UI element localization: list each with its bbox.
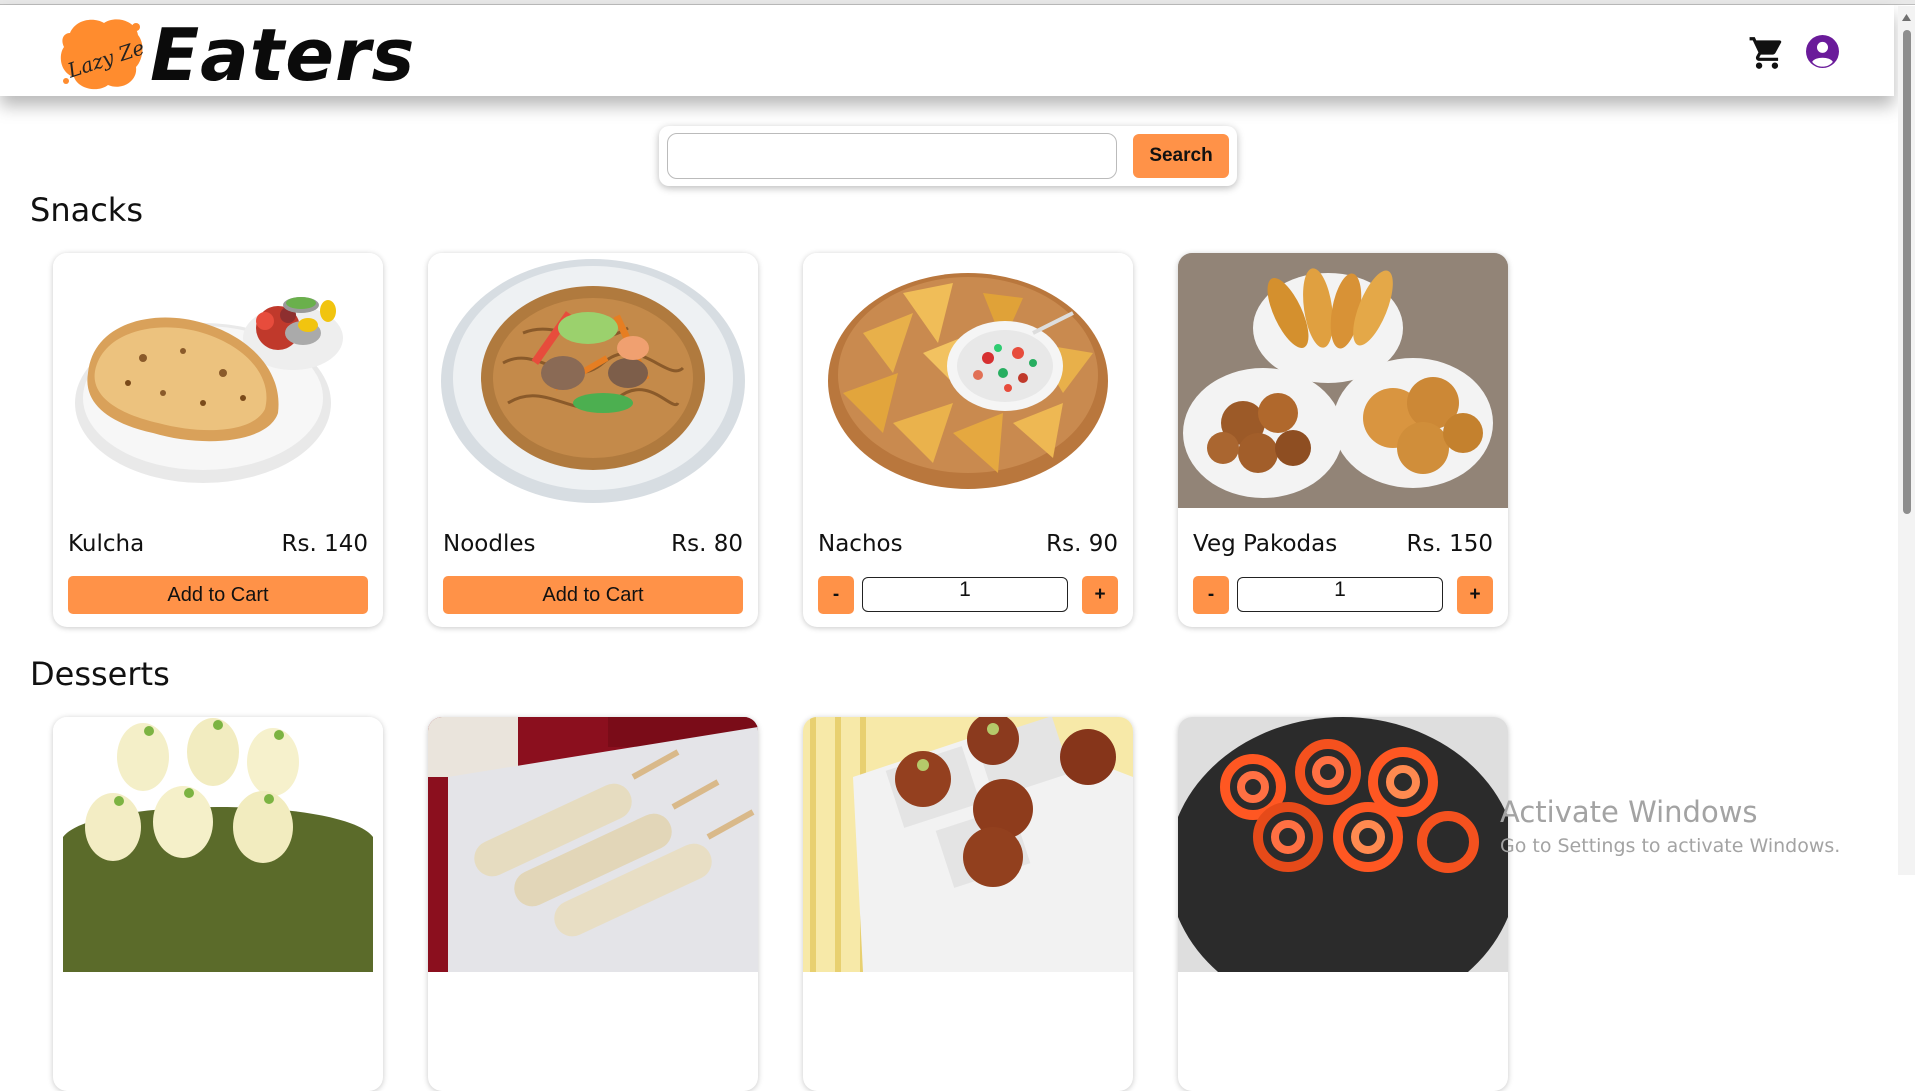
product-name: Veg Pakodas [1193,531,1338,557]
product-card-veg-pakodas: Veg Pakodas Rs. 150 - 1 + [1178,253,1508,627]
product-name: Noodles [443,531,536,557]
veg-pakodas-image [1178,253,1508,508]
nachos-image [803,253,1133,508]
product-price: Rs. 140 [281,531,369,557]
kulcha-image [53,253,383,508]
search-button[interactable]: Search [1133,134,1229,178]
add-to-cart-button[interactable]: Add to Cart [68,576,368,614]
noodles-image [428,253,758,508]
section-title-snacks: Snacks [30,191,143,229]
lazyzee-logo[interactable]: Lazy Zee [56,15,159,91]
activate-windows-subtitle: Go to Settings to activate Windows. [1500,835,1841,857]
product-card-dessert-3 [803,717,1133,1091]
scrollbar-thumb[interactable] [1903,30,1911,514]
jalebi-image [1178,717,1508,972]
increase-quantity-button[interactable]: + [1082,576,1118,614]
increase-quantity-button[interactable]: + [1457,576,1493,614]
scroll-up-arrow-icon[interactable] [1898,10,1915,26]
product-card-kulcha: Kulcha Rs. 140 Add to Cart [53,253,383,627]
brand-name: Eaters [150,13,416,97]
gulab-jamun-image [803,717,1133,972]
product-card-noodles: Noodles Rs. 80 Add to Cart [428,253,758,627]
product-card-dessert-4 [1178,717,1508,1091]
search-input[interactable] [667,133,1117,179]
site-header: Lazy Zee Eaters [0,5,1894,97]
product-card-dessert-2 [428,717,758,1091]
user-circle-icon[interactable] [1806,35,1839,68]
product-name: Nachos [818,531,903,557]
decrease-quantity-button[interactable]: - [1193,576,1229,614]
product-card-dessert-1 [53,717,383,1091]
product-price: Rs. 150 [1406,531,1494,557]
section-title-desserts: Desserts [30,655,170,693]
quantity-field[interactable]: 1 [1237,577,1443,612]
rasmalai-image [53,717,383,972]
product-card-nachos: Nachos Rs. 90 - 1 + [803,253,1133,627]
product-name: Kulcha [68,531,145,557]
quantity-field[interactable]: 1 [862,577,1068,612]
product-price: Rs. 90 [1046,531,1118,557]
page-scrollbar[interactable] [1898,6,1915,875]
activate-windows-title: Activate Windows [1500,795,1758,829]
shopping-cart-icon[interactable] [1748,34,1786,72]
product-price: Rs. 80 [671,531,743,557]
decrease-quantity-button[interactable]: - [818,576,854,614]
add-to-cart-button[interactable]: Add to Cart [443,576,743,614]
search-bar: Search [659,126,1237,186]
kulfi-image [428,717,758,972]
